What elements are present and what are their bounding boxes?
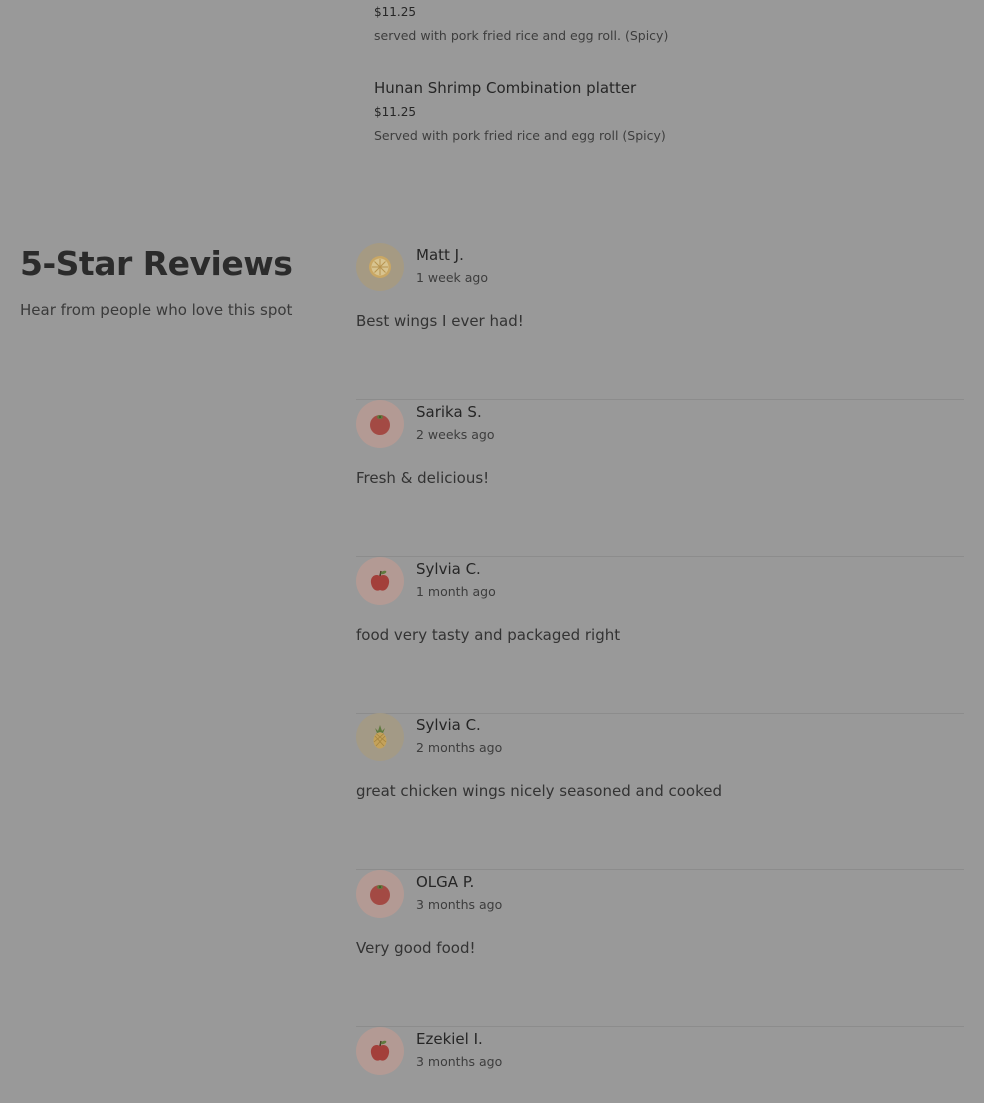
review-date: 1 month ago [416, 584, 496, 599]
review-card: OLGA P. 3 months ago Very good food! [356, 870, 964, 1027]
review-text: Very good food! [356, 939, 476, 957]
review-date: 2 months ago [416, 740, 503, 755]
review-card: Sylvia C. 2 months ago great chicken win… [356, 713, 964, 870]
reviews-subtitle: Hear from people who love this spot [20, 301, 293, 319]
review-text: food very tasty and packaged right [356, 626, 621, 644]
review-card: Sylvia C. 1 month ago food very tasty an… [356, 557, 964, 714]
review-date: 3 months ago [416, 1054, 503, 1069]
pineapple-icon [373, 725, 387, 749]
review-text: great chicken wings nicely seasoned and … [356, 782, 723, 800]
menu-item[interactable]: $11.25 served with pork fried rice and e… [374, 4, 668, 44]
review-text: Fresh & delicious! [356, 469, 490, 487]
page: $11.25 served with pork fried rice and e… [0, 0, 984, 1103]
menu-item-name: Hunan Shrimp Combination platter [374, 79, 637, 97]
avatar [356, 243, 404, 291]
reviewer-name: Sarika S. [416, 403, 482, 421]
apple-icon [370, 1040, 390, 1061]
reviewer-name: Matt J. [416, 246, 464, 264]
reviews-title: 5-Star Reviews [20, 244, 293, 283]
menu-item-description: served with pork fried rice and egg roll… [374, 28, 669, 43]
review-card: Ezekiel I. 3 months ago [356, 1027, 964, 1103]
reviewer-name: Sylvia C. [416, 716, 481, 734]
tomato-icon [370, 885, 390, 905]
lemon-icon [369, 256, 391, 278]
review-card: Matt J. 1 week ago Best wings I ever had… [356, 243, 964, 400]
menu-item-price: $11.25 [374, 5, 416, 19]
review-date: 1 week ago [416, 270, 488, 285]
review-date: 2 weeks ago [416, 427, 495, 442]
reviewer-name: Ezekiel I. [416, 1030, 483, 1048]
avatar [356, 400, 404, 448]
avatar [356, 870, 404, 918]
tomato-icon [370, 415, 390, 435]
avatar [356, 1027, 404, 1075]
avatar [356, 713, 404, 761]
menu-item[interactable]: Hunan Shrimp Combination platter $11.25 … [374, 78, 666, 144]
apple-icon [370, 570, 390, 591]
menu-item-price: $11.25 [374, 105, 416, 119]
avatar [356, 557, 404, 605]
review-text: Best wings I ever had! [356, 312, 524, 330]
review-date: 3 months ago [416, 897, 503, 912]
reviewer-name: Sylvia C. [416, 560, 481, 578]
menu-item-description: Served with pork fried rice and egg roll… [374, 128, 666, 143]
reviewer-name: OLGA P. [416, 873, 475, 891]
review-card: Sarika S. 2 weeks ago Fresh & delicious! [356, 400, 964, 557]
